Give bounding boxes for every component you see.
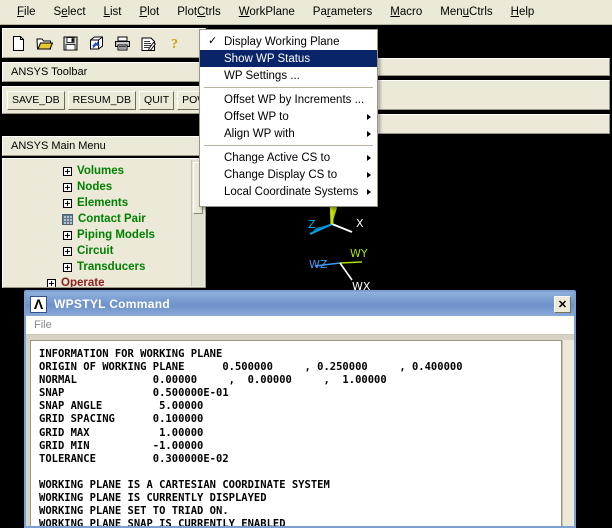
axis-label-x: X: [356, 217, 364, 230]
report-generator-icon[interactable]: [136, 31, 160, 55]
expand-plus-icon[interactable]: [63, 230, 72, 240]
command-window-titlebar[interactable]: Λ WPSTYL Command ✕: [26, 292, 574, 316]
axis-label-wz: WZ: [309, 258, 328, 271]
command-window-title: WPSTYL Command: [54, 297, 170, 311]
main-menu-bar: File Select List Plot PlotCtrls WorkPlan…: [0, 0, 612, 25]
axis-label-z: Z: [308, 218, 316, 231]
tree-item-label: Elements: [77, 197, 129, 209]
menu-plotctrls[interactable]: PlotCtrls: [168, 4, 229, 20]
expand-plus-icon[interactable]: [63, 246, 72, 256]
right-panel-upper: [378, 58, 610, 76]
tree-item-operate[interactable]: Operate: [3, 275, 205, 288]
tree-item-label: Volumes: [77, 165, 125, 177]
pan-zoom-rotate-cube-icon[interactable]: [84, 31, 108, 55]
new-document-icon[interactable]: [6, 31, 30, 55]
open-folder-icon[interactable]: [32, 31, 56, 55]
tree-item-volumes[interactable]: Volumes: [3, 163, 205, 179]
expand-plus-icon[interactable]: [63, 182, 72, 192]
tree-item-piping-models[interactable]: Piping Models: [3, 227, 205, 243]
menu-list[interactable]: List: [95, 4, 131, 20]
menu-select[interactable]: Select: [45, 4, 95, 20]
tree-item-transducers[interactable]: Transducers: [3, 259, 205, 275]
tree-item-contact-pair[interactable]: Contact Pair: [3, 211, 205, 227]
menu-plot[interactable]: Plot: [130, 4, 168, 20]
workplane-dropdown-menu: ✓ Display Working Plane Show WP Status W…: [199, 29, 378, 207]
tree-item-elements[interactable]: Elements: [3, 195, 205, 211]
close-icon[interactable]: ✕: [554, 295, 571, 313]
ansys-toolbar-header: ANSYS Toolbar: [2, 62, 206, 82]
menu-item-change-display-cs-to[interactable]: Change Display CS to: [200, 166, 377, 183]
menu-menuctrls[interactable]: MenuCtrls: [431, 4, 501, 20]
expand-plus-icon[interactable]: [63, 198, 72, 208]
submenu-arrow-icon: [367, 154, 371, 161]
command-output-scrollbar[interactable]: [562, 340, 574, 526]
menu-workplane[interactable]: WorkPlane: [230, 4, 304, 20]
menu-item-offset-wp-by-increments[interactable]: Offset WP by Increments ...: [200, 91, 377, 108]
submenu-arrow-icon: [367, 188, 371, 195]
menu-item-change-active-cs-to[interactable]: Change Active CS to: [200, 149, 377, 166]
menu-item-label: Change Display CS to: [224, 168, 338, 181]
tree-item-label: Circuit: [77, 245, 114, 257]
axis-label-wy: WY: [350, 247, 368, 260]
menu-macro[interactable]: Macro: [381, 4, 431, 20]
tree-item-label: Operate: [61, 277, 105, 288]
ansys-toolbar-title: ANSYS Toolbar: [11, 66, 88, 78]
tree-item-label: Contact Pair: [78, 213, 146, 225]
tree-item-label: Transducers: [77, 261, 146, 273]
right-panel-lower: [378, 114, 610, 134]
save-floppy-icon[interactable]: [58, 31, 82, 55]
svg-text:?: ?: [171, 37, 178, 52]
menu-help[interactable]: Help: [502, 4, 544, 20]
menu-item-label: Show WP Status: [224, 52, 311, 65]
command-window-menubar: File: [26, 316, 574, 335]
save-db-button[interactable]: SAVE_DB: [7, 90, 65, 110]
right-panel-middle: [378, 80, 610, 110]
main-menu-title: ANSYS Main Menu: [11, 140, 106, 152]
wpstyl-command-window: Λ WPSTYL Command ✕ File INFORMATION FOR …: [24, 290, 576, 528]
main-menu-tree: Volumes Nodes Elements Contact Pair Pipi…: [2, 158, 206, 288]
tree-item-label: Nodes: [77, 181, 113, 193]
menu-item-label: WP Settings ...: [224, 69, 300, 82]
grid-table-icon: [62, 213, 73, 225]
command-output-body: INFORMATION FOR WORKING PLANE ORIGIN OF …: [30, 340, 562, 526]
menu-item-show-wp-status[interactable]: Show WP Status: [200, 50, 377, 67]
menu-item-label: Change Active CS to: [224, 151, 331, 164]
quit-button[interactable]: QUIT: [139, 90, 175, 110]
command-output-text: INFORMATION FOR WORKING PLANE ORIGIN OF …: [39, 348, 463, 526]
menu-item-display-working-plane[interactable]: ✓ Display Working Plane: [200, 33, 377, 50]
submenu-arrow-icon: [367, 171, 371, 178]
tree-item-nodes[interactable]: Nodes: [3, 179, 205, 195]
menu-separator: [204, 145, 373, 146]
menu-item-label: Local Coordinate Systems: [224, 185, 359, 198]
menu-item-wp-settings[interactable]: WP Settings ...: [200, 67, 377, 84]
expand-plus-icon[interactable]: [63, 262, 72, 272]
checkmark-icon: ✓: [208, 35, 218, 47]
menu-item-align-wp-with[interactable]: Align WP with: [200, 125, 377, 142]
main-menu-header: ANSYS Main Menu: [2, 136, 206, 156]
icon-toolbar: ?: [2, 28, 206, 58]
working-plane-triad: WZ WY WX: [309, 247, 371, 293]
menu-item-label: Align WP with: [224, 127, 295, 140]
menu-item-label: Display Working Plane: [224, 35, 340, 48]
expand-plus-icon[interactable]: [63, 166, 72, 176]
expand-plus-icon[interactable]: [47, 278, 56, 287]
menu-file[interactable]: File: [8, 4, 45, 20]
menu-item-label: Offset WP by Increments ...: [224, 93, 365, 106]
menu-separator: [204, 87, 373, 88]
command-menu-file[interactable]: File: [34, 319, 52, 331]
resum-db-button[interactable]: RESUM_DB: [67, 90, 137, 110]
menu-item-offset-wp-to[interactable]: Offset WP to: [200, 108, 377, 125]
menu-item-label: Offset WP to: [224, 110, 289, 123]
menu-parameters[interactable]: Parameters: [304, 4, 381, 20]
submenu-arrow-icon: [367, 130, 371, 137]
print-icon[interactable]: [110, 31, 134, 55]
help-icon[interactable]: ?: [162, 31, 186, 55]
tree-item-label: Piping Models: [77, 229, 155, 241]
menu-item-local-coordinate-systems[interactable]: Local Coordinate Systems: [200, 183, 377, 200]
ansys-toolbar-buttons: SAVE_DB RESUM_DB QUIT POWRGRPH: [2, 86, 251, 114]
ansys-logo-icon: Λ: [30, 295, 47, 313]
tree-item-circuit[interactable]: Circuit: [3, 243, 205, 259]
submenu-arrow-icon: [367, 113, 371, 120]
ansys-application-window: File Select List Plot PlotCtrls WorkPlan…: [0, 0, 612, 528]
